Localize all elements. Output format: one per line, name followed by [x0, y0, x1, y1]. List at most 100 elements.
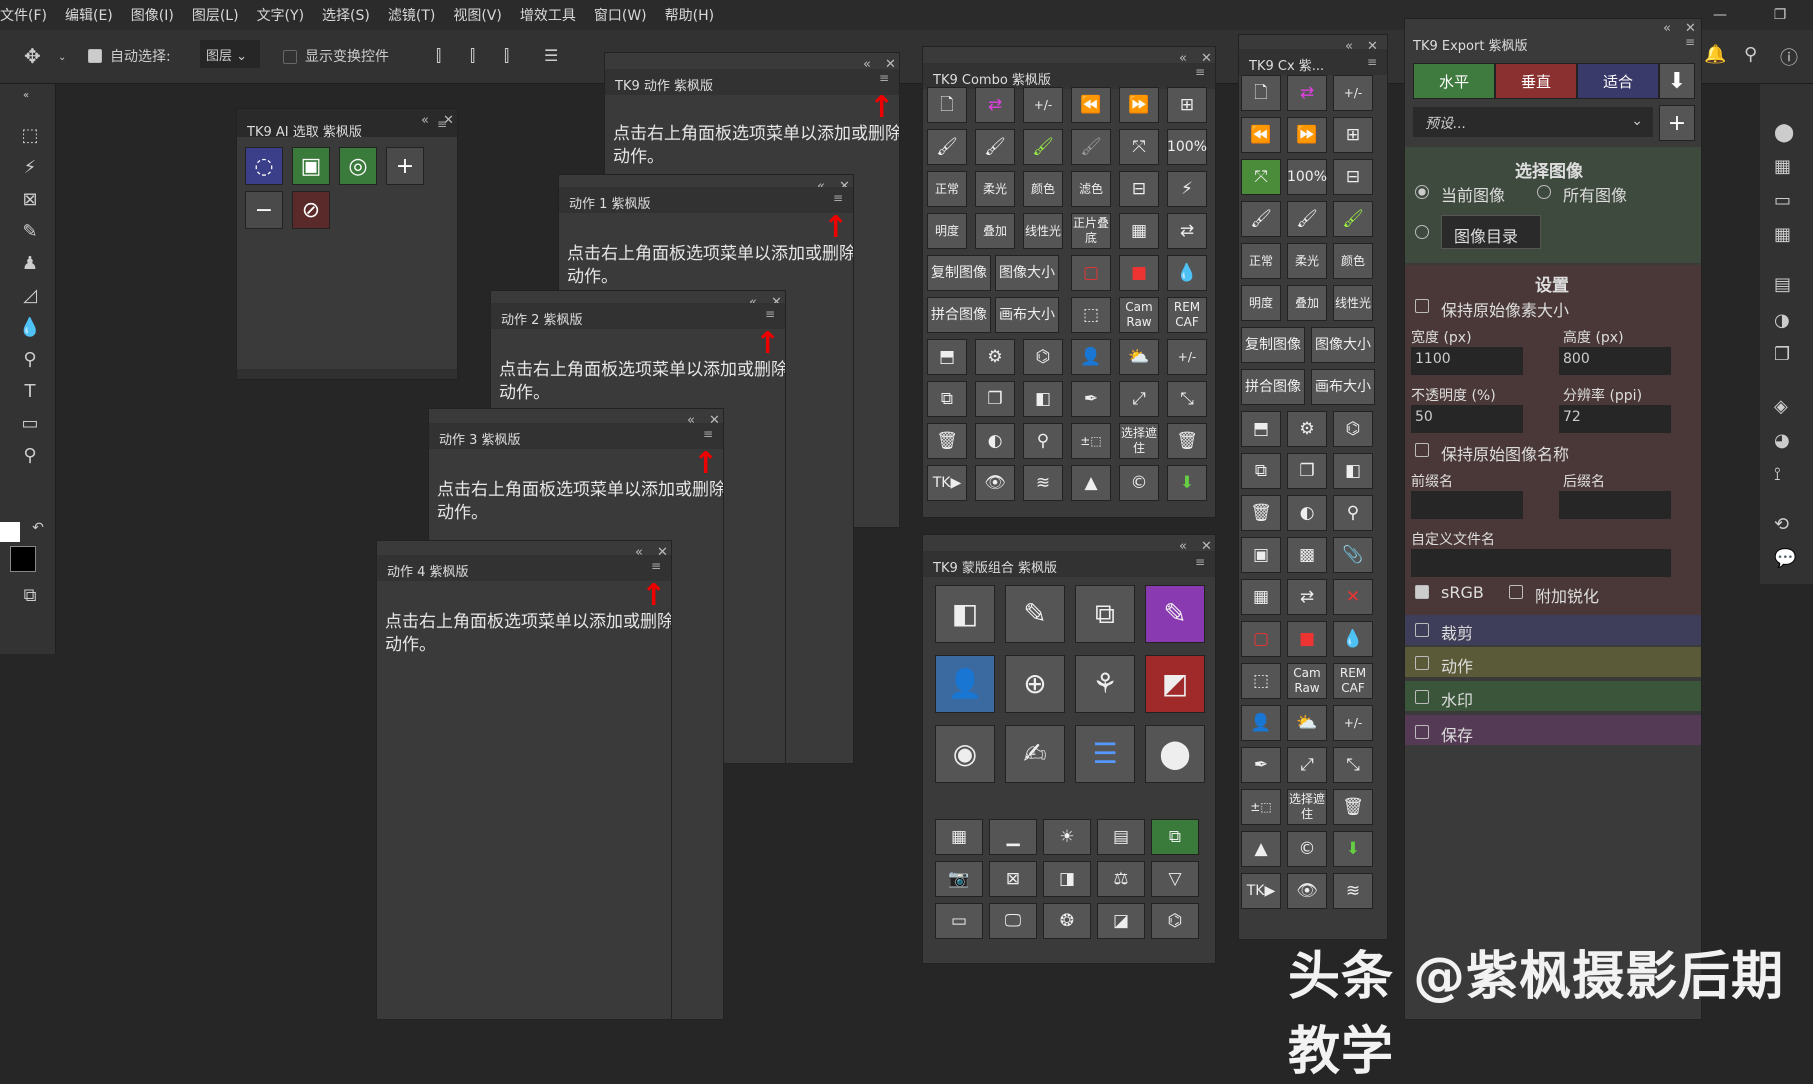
swap-icon[interactable]: ⇄ [1287, 75, 1327, 111]
blend-multiply-button[interactable]: 正片叠底 [1071, 213, 1111, 249]
camera-icon[interactable]: 📷 [935, 861, 983, 897]
smart-object-icon[interactable]: ⚙ [975, 339, 1015, 375]
zoom-tool-icon[interactable]: ⚲ [18, 444, 42, 468]
healing-brush-icon[interactable]: ✎ [18, 220, 42, 244]
duplicate-icon[interactable]: ❐ [975, 381, 1015, 417]
opacity-input[interactable]: 50 [1411, 405, 1523, 433]
transform-icon[interactable]: ⬚ [1071, 297, 1111, 333]
rewind-icon[interactable]: ⏪ [1071, 87, 1111, 123]
image-icon[interactable]: ⊠ [989, 861, 1037, 897]
duplicate-icon[interactable]: ❐ [1287, 453, 1327, 489]
patterns-icon[interactable]: ▦ [1774, 224, 1791, 245]
rem-caf-button[interactable]: REM CAF [1167, 297, 1207, 333]
height-input[interactable]: 800 [1559, 347, 1671, 375]
panel-menu-icon[interactable]: ≡ [703, 427, 713, 441]
panel-menu-icon[interactable]: ≡ [1367, 55, 1377, 69]
blend-luminosity-button[interactable]: 明度 [1241, 285, 1281, 321]
restore-icon[interactable]: ❐ [1760, 0, 1800, 30]
triangle-icon[interactable]: ▲ [1241, 831, 1281, 867]
mask-chain-icon[interactable]: ◉ [935, 725, 995, 783]
frame-icon[interactable]: ▣ [1241, 537, 1281, 573]
copy-image-button[interactable]: 复制图像 [1241, 327, 1305, 363]
layer-dropdown[interactable]: 图层 ⌄ [200, 40, 260, 68]
swap-icon[interactable]: ⇄ [975, 87, 1015, 123]
marquee-tool-icon[interactable]: ⬚ [18, 124, 42, 148]
person-mask-icon[interactable]: 👤 [935, 655, 995, 713]
blend-color-button[interactable]: 颜色 [1023, 171, 1063, 207]
menu-file[interactable]: 文件(F) [0, 5, 56, 25]
copy-image-button[interactable]: 复制图像 [927, 255, 991, 291]
flatten-image-button[interactable]: 拼合图像 [1241, 369, 1305, 405]
trash-icon[interactable]: 🗑 [927, 423, 967, 459]
brush-black-icon[interactable]: 🖌 [927, 129, 967, 165]
weather-icon[interactable]: ⛅ [1287, 705, 1327, 741]
edit-selection-icon[interactable]: ✍ [1005, 725, 1065, 783]
foreground-color-swatch[interactable] [0, 522, 20, 542]
align-left-icon[interactable]: ⫿ [436, 46, 441, 66]
brush-white-icon[interactable]: 🖌 [975, 129, 1015, 165]
red-diagonal-icon[interactable]: ◩ [1145, 655, 1205, 713]
all-images-radio[interactable] [1537, 185, 1551, 199]
levels-icon[interactable]: ▤ [1097, 819, 1145, 855]
warp-icon[interactable]: ⌬ [1023, 339, 1063, 375]
panel-menu-icon[interactable]: ≡ [437, 117, 447, 131]
triangle-icon[interactable]: ▲ [1071, 465, 1111, 501]
blend-softlight-button[interactable]: 柔光 [975, 171, 1015, 207]
align-top-icon[interactable]: ☰ [544, 46, 558, 65]
export-download-icon[interactable]: ⬇ [1659, 63, 1695, 99]
select-mask-button[interactable]: 选择遮住 [1287, 789, 1327, 825]
frame-tool-icon[interactable]: ⊠ [18, 188, 42, 212]
green-layers-icon[interactable]: ⧉ [1151, 819, 1199, 855]
bell-icon[interactable]: 🔔 [1704, 44, 1726, 65]
mask-icon[interactable]: ◐ [975, 423, 1015, 459]
color-icon[interactable]: ⬤ [1774, 122, 1794, 143]
panel-collapse-icon[interactable]: « [1663, 21, 1671, 36]
panel-toggle-icon[interactable]: ◧ [1333, 453, 1373, 489]
adjustments-icon[interactable]: ◑ [1774, 310, 1790, 331]
properties-icon[interactable]: ❐ [1774, 344, 1790, 365]
brush-white-icon[interactable]: 🖌 [1287, 201, 1327, 237]
gradient-icon[interactable]: ▭ [935, 903, 983, 939]
drop-icon[interactable]: 💧 [1333, 621, 1373, 657]
tk-play-button[interactable]: TK▶ [1241, 873, 1281, 909]
overlap-icon[interactable]: ⧉ [1075, 585, 1135, 643]
transform-icon[interactable]: ⬚ [1241, 663, 1281, 699]
blend-normal-button[interactable]: 正常 [927, 171, 967, 207]
help-icon[interactable]: ⓘ [1780, 44, 1798, 70]
menu-plugins[interactable]: 增效工具 [511, 5, 585, 25]
menu-filter[interactable]: 滤镜(T) [379, 5, 444, 25]
brush-black-icon[interactable]: 🖌 [1241, 201, 1281, 237]
blend-screen-button[interactable]: 滤色 [1071, 171, 1111, 207]
layers-copy-icon[interactable]: ⧉ [927, 381, 967, 417]
calculator-icon[interactable]: ▦ [1119, 213, 1159, 249]
layers-copy-icon[interactable]: ⧉ [1241, 453, 1281, 489]
plus-minus-color-icon[interactable]: +/- [1023, 87, 1063, 123]
pen-icon[interactable]: ✒ [1241, 747, 1281, 783]
suffix-input[interactable] [1559, 491, 1671, 519]
frame-dark-icon[interactable]: ▩ [1287, 537, 1327, 573]
history-icon[interactable]: ⟲ [1774, 514, 1789, 535]
keep-name-checkbox[interactable] [1415, 443, 1429, 457]
red-square-outline-icon[interactable]: ▢ [1071, 255, 1111, 291]
list-icon[interactable]: ☰ [1075, 725, 1135, 783]
portrait-icon[interactable]: 👤 [1071, 339, 1111, 375]
select-sky-icon[interactable]: ◎ [339, 147, 377, 185]
sharpen-checkbox[interactable] [1509, 585, 1523, 599]
warp-icon[interactable]: ⌬ [1333, 411, 1373, 447]
red-x-icon[interactable]: ✕ [1333, 579, 1373, 615]
vertical-button[interactable]: 垂直 [1495, 63, 1577, 99]
blend-color-button[interactable]: 颜色 [1333, 243, 1373, 279]
preset-dropdown[interactable]: 预设... ⌄ [1413, 107, 1653, 137]
new-doc-icon[interactable]: 🗋 [927, 87, 967, 123]
keep-pixel-checkbox[interactable] [1415, 299, 1429, 313]
brush-green-icon[interactable]: 🖌 [1333, 201, 1373, 237]
panel-toggle-icon[interactable]: ◧ [1023, 381, 1063, 417]
red-square-icon[interactable]: ■ [1119, 255, 1159, 291]
plus-minus-color-icon[interactable]: +/- [1333, 75, 1373, 111]
add-selection-icon[interactable]: + [386, 147, 424, 185]
histogram-icon[interactable]: ▁ [989, 819, 1037, 855]
brush-green-icon[interactable]: 🖌 [1023, 129, 1063, 165]
fit-screen-icon[interactable]: ⤧ [1241, 159, 1281, 195]
blend-luminosity-button[interactable]: 明度 [927, 213, 967, 249]
select-subject-icon[interactable]: ◌ [245, 147, 283, 185]
